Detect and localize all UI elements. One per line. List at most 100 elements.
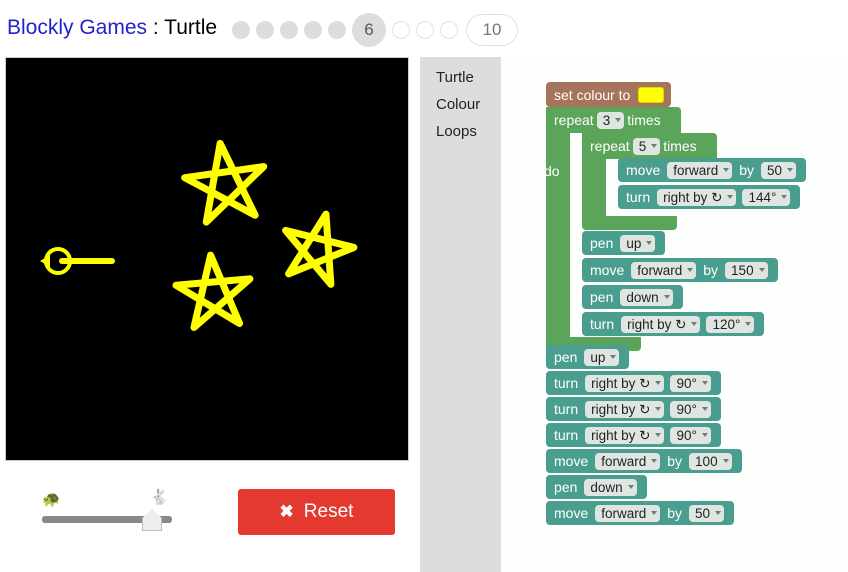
move-2-by: by [703,262,719,278]
repeat-inner-keyword: repeat [590,138,630,154]
move-3-verb: move [554,453,589,469]
toolbox-category-turtle[interactable]: Turtle [420,64,501,91]
turn-5-angle-value: 90° [676,427,697,443]
block-move-4[interactable]: move forward by 50 [546,501,735,525]
move-4-distance-value: 50 [695,505,711,521]
page-name: Turtle [164,16,218,39]
turn-4-angle-value: 90° [676,401,697,417]
move-3-direction-value: forward [601,453,647,469]
repeat-outer-times-value: 3 [602,112,611,128]
pen-up-2-state-value: up [590,349,606,365]
block-repeat-outer[interactable]: repeat 3 times [546,107,681,133]
brand-link[interactable]: Blockly Games [7,16,147,39]
block-turn-4[interactable]: turn right by ↻ 90° [546,397,721,421]
level-dot-3[interactable] [280,21,298,39]
move-1-distance-value: 50 [767,162,783,178]
repeat-outer-times-field[interactable]: 3 [596,111,625,129]
chevron-down-icon [701,381,708,385]
turn-1-direction-value: right by ↻ [663,189,723,205]
level-dot-5[interactable] [328,21,346,39]
turtle-icon: 🐢 [42,491,61,508]
turn-1-direction-field[interactable]: right by ↻ [657,188,737,206]
level-dot-9[interactable] [440,21,458,39]
pen-up-1-state-field[interactable]: up [620,234,656,252]
turn-2-direction-field[interactable]: right by ↻ [621,315,701,333]
pen-up-1-verb: pen [590,235,614,251]
pen-down-2-verb: pen [554,479,578,495]
pen-down-2-state-field[interactable]: down [584,478,637,496]
block-turn-2[interactable]: turn right by ↻ 120° [582,312,765,336]
pen-down-1-state-field[interactable]: down [620,288,673,306]
chevron-down-icon [651,511,658,515]
star-shape-1 [181,139,268,226]
block-pen-down-2[interactable]: pen down [546,475,647,499]
level-dot-10[interactable]: 10 [466,14,518,46]
chevron-down-icon [687,268,694,272]
turn-3-direction-field[interactable]: right by ↻ [585,374,665,392]
turn-5-direction-field[interactable]: right by ↻ [585,426,665,444]
set-colour-label: set colour to [554,86,631,103]
blockly-workspace[interactable]: set colour to repeat 3 times do repeat 5… [501,57,848,572]
level-dot-2[interactable] [256,21,274,39]
turn-3-angle-field[interactable]: 90° [670,374,711,392]
level-dot-1[interactable] [232,21,250,39]
move-1-distance-field[interactable]: 50 [761,161,797,179]
block-pen-up-1[interactable]: pen up [582,231,666,255]
chevron-down-icon [651,144,658,148]
repeat-outer-do-label: do [508,138,524,154]
repeat-inner-times-field[interactable]: 5 [632,137,661,155]
level-dot-7[interactable] [392,21,410,39]
block-move-1[interactable]: move forward by 50 [618,158,807,182]
colour-swatch[interactable] [638,86,665,103]
pen-down-2-state-value: down [590,479,623,495]
block-turn-3[interactable]: turn right by ↻ 90° [546,371,721,395]
move-3-distance-field[interactable]: 100 [689,452,732,470]
turtle-drawing [40,139,358,331]
chevron-down-icon [615,118,622,122]
move-1-by: by [739,162,755,178]
turn-4-direction-value: right by ↻ [591,401,651,417]
block-repeat-inner[interactable]: repeat 5 times [582,133,717,159]
chevron-down-icon [651,459,658,463]
page-title: Blockly Games : Turtle [7,16,217,40]
turn-5-angle-field[interactable]: 90° [670,426,711,444]
move-4-distance-field[interactable]: 50 [689,504,725,522]
turn-2-angle-field[interactable]: 120° [706,315,755,333]
chevron-down-icon [655,381,662,385]
pen-up-2-state-field[interactable]: up [584,348,620,366]
level-dot-8[interactable] [416,21,434,39]
reset-button[interactable]: ✖ Reset [238,489,395,535]
level-dot-current[interactable]: 6 [352,13,386,47]
block-move-2[interactable]: move forward by 150 [582,258,778,282]
chevron-down-icon [655,433,662,437]
move-3-distance-value: 100 [695,453,718,469]
move-2-direction-field[interactable]: forward [631,261,697,279]
toolbox-category-loops[interactable]: Loops [420,118,501,145]
move-3-direction-field[interactable]: forward [595,452,661,470]
turn-1-angle-field[interactable]: 144° [742,188,791,206]
turtle-canvas [5,57,409,461]
turn-4-angle-field[interactable]: 90° [670,400,711,418]
pen-down-1-state-value: down [626,289,659,305]
turn-5-direction-value: right by ↻ [591,427,651,443]
toolbox-category-colour[interactable]: Colour [420,91,501,118]
turn-2-verb: turn [590,316,615,332]
title-separator: : [147,16,165,39]
block-move-3[interactable]: move forward by 100 [546,449,742,473]
level-dot-4[interactable] [304,21,322,39]
move-1-direction-field[interactable]: forward [667,161,733,179]
chevron-down-icon [610,355,617,359]
slider-thumb[interactable] [142,509,162,531]
chevron-down-icon [787,168,794,172]
block-pen-down-1[interactable]: pen down [582,285,683,309]
block-pen-up-2[interactable]: pen up [546,345,630,369]
chevron-down-icon [781,195,788,199]
repeat-outer-unit: times [627,112,661,128]
move-4-direction-field[interactable]: forward [595,504,661,522]
speed-slider[interactable]: 🐢 🐇 [42,490,172,534]
turn-4-direction-field[interactable]: right by ↻ [585,400,665,418]
block-turn-5[interactable]: turn right by ↻ 90° [546,423,721,447]
move-2-distance-field[interactable]: 150 [725,261,768,279]
block-turn-1[interactable]: turn right by ↻ 144° [618,185,801,209]
block-set-colour[interactable]: set colour to [546,82,672,107]
